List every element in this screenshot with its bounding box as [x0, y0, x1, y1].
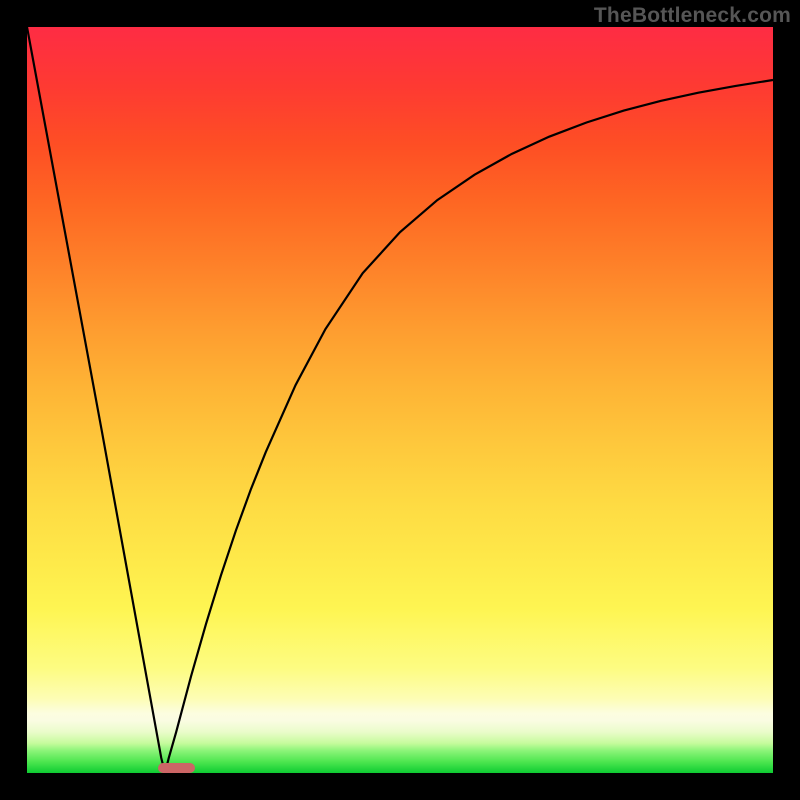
curve-layer	[27, 27, 773, 773]
chart-frame	[27, 27, 773, 773]
optimal-range-marker	[158, 763, 195, 773]
bottleneck-curve	[27, 27, 773, 773]
watermark-text: TheBottleneck.com	[594, 4, 791, 28]
